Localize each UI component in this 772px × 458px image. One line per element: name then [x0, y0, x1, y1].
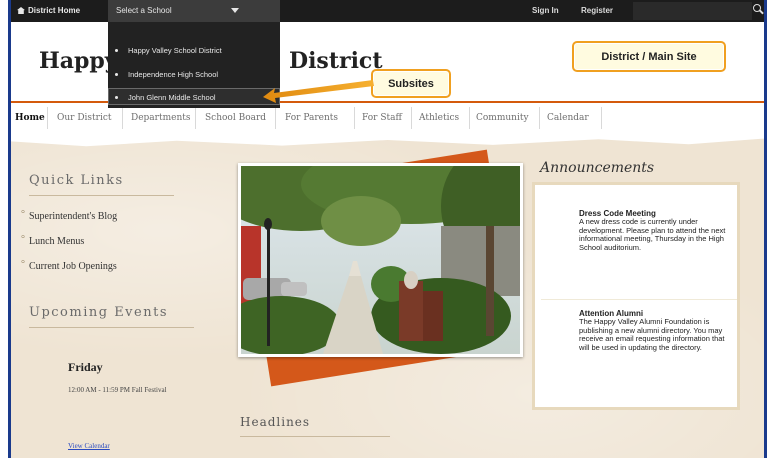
nav-our-district[interactable]: Our District: [57, 113, 112, 123]
page: District Home Select a School Sign In Re…: [11, 0, 764, 458]
nav-separator: [275, 107, 276, 129]
announcement-divider: [541, 299, 737, 300]
school-select-label: Select a School: [116, 6, 172, 15]
callout-main-site: District / Main Site: [572, 41, 726, 72]
nav-separator: [601, 107, 602, 129]
school-dropdown-menu: Happy Valley School District Independenc…: [108, 22, 280, 108]
view-calendar-link[interactable]: View Calendar: [68, 442, 110, 450]
nav-separator: [195, 107, 196, 129]
sign-in-link[interactable]: Sign In: [532, 6, 559, 15]
dropdown-option[interactable]: John Glenn Middle School: [115, 93, 216, 102]
nav-athletics[interactable]: Athletics: [419, 113, 459, 123]
site-title-right: District: [289, 48, 383, 74]
register-link[interactable]: Register: [581, 6, 613, 15]
district-home-link[interactable]: District Home: [17, 6, 80, 15]
announcement-body: A new dress code is currently under deve…: [579, 217, 726, 253]
headlines-rule: [240, 436, 390, 437]
announcement-item[interactable]: Dress Code Meeting A new dress code is c…: [579, 209, 729, 253]
nav-separator: [411, 107, 412, 129]
announcement-body: The Happy Valley Alumni Foundation is pu…: [579, 317, 725, 353]
quick-links-rule: [29, 195, 174, 196]
search-input[interactable]: [633, 2, 752, 20]
nav-separator: [122, 107, 123, 129]
content-area: Quick Links Superintendent's Blog Lunch …: [11, 133, 764, 458]
nav-separator: [354, 107, 355, 129]
nav-departments[interactable]: Departments: [131, 113, 190, 123]
headlines-heading: Headlines: [240, 415, 311, 429]
chevron-down-icon: [231, 8, 239, 13]
school-select[interactable]: Select a School: [108, 0, 280, 22]
quick-link[interactable]: Superintendent's Blog: [21, 209, 117, 222]
quick-links-heading: Quick Links: [29, 173, 124, 188]
announcement-item[interactable]: Attention Alumni The Happy Valley Alumni…: [579, 309, 729, 353]
announcements-heading: Announcements: [540, 160, 655, 176]
nav-school-board[interactable]: School Board: [205, 113, 266, 123]
search-icon[interactable]: [753, 4, 761, 12]
nav-community[interactable]: Community: [476, 113, 529, 123]
nav-separator: [47, 107, 48, 129]
sidewalk-photo-image: [241, 166, 520, 354]
quick-link[interactable]: Lunch Menus: [21, 234, 84, 247]
nav-home[interactable]: Home: [15, 113, 45, 123]
nav-for-parents[interactable]: For Parents: [285, 113, 338, 123]
dropdown-option[interactable]: Independence High School: [114, 70, 218, 79]
nav-separator: [469, 107, 470, 129]
callout-subsites: Subsites: [371, 69, 451, 98]
event-item[interactable]: 12:00 AM - 11:59 PM Fall Festival: [68, 386, 167, 394]
torn-paper-edge: [11, 133, 764, 147]
top-bar: District Home Select a School Sign In Re…: [11, 0, 764, 22]
events-rule: [29, 327, 194, 328]
home-icon: [17, 7, 25, 14]
upcoming-events-heading: Upcoming Events: [29, 305, 168, 320]
nav-calendar[interactable]: Calendar: [547, 113, 589, 123]
featured-photo: [238, 163, 523, 357]
event-day: Friday: [68, 360, 103, 374]
site-title-left: Happy: [39, 48, 118, 74]
nav-separator: [539, 107, 540, 129]
arrow-icon: [263, 80, 374, 103]
announcements-panel: Dress Code Meeting A new dress code is c…: [532, 182, 740, 410]
quick-link[interactable]: Current Job Openings: [21, 259, 117, 272]
district-home-label: District Home: [28, 6, 81, 15]
dropdown-option[interactable]: Happy Valley School District: [115, 46, 222, 55]
nav-for-staff[interactable]: For Staff: [362, 113, 402, 123]
